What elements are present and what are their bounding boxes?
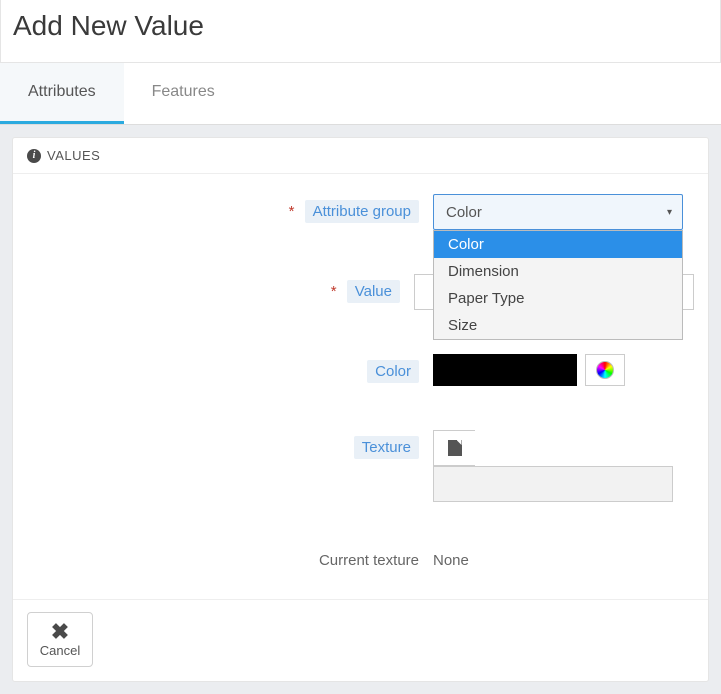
row-texture: Texture bbox=[27, 430, 694, 502]
attribute-group-selected: Color bbox=[446, 204, 482, 221]
file-icon bbox=[448, 440, 462, 456]
page-header: Add New Value bbox=[0, 0, 721, 63]
tab-bar: Attributes Features bbox=[0, 63, 721, 125]
field-color bbox=[433, 354, 694, 386]
required-mark: * bbox=[331, 283, 337, 300]
row-color: Color bbox=[27, 354, 694, 386]
form-body: * Attribute group Color Color Dimension … bbox=[13, 174, 708, 599]
color-picker-button[interactable] bbox=[585, 354, 625, 386]
texture-file-button[interactable] bbox=[433, 430, 475, 466]
attribute-group-select[interactable]: Color bbox=[433, 194, 683, 230]
field-attribute-group: Color Color Dimension Paper Type Size bbox=[433, 194, 694, 230]
texture-file-field[interactable] bbox=[433, 466, 673, 502]
option-color[interactable]: Color bbox=[434, 231, 682, 258]
color-wheel-icon bbox=[596, 361, 614, 379]
panel-wrapper: i VALUES * Attribute group Color Color D… bbox=[0, 125, 721, 694]
label-color: Color bbox=[27, 354, 433, 383]
close-icon: ✖ bbox=[28, 623, 92, 641]
panel-heading: i VALUES bbox=[13, 138, 708, 174]
row-attribute-group: * Attribute group Color Color Dimension … bbox=[27, 194, 694, 230]
option-dimension[interactable]: Dimension bbox=[434, 258, 682, 285]
option-paper-type[interactable]: Paper Type bbox=[434, 285, 682, 312]
cancel-button[interactable]: ✖ Cancel bbox=[27, 612, 93, 667]
label-attribute-group: * Attribute group bbox=[27, 194, 433, 223]
values-panel: i VALUES * Attribute group Color Color D… bbox=[12, 137, 709, 682]
row-current-texture: Current texture None bbox=[27, 546, 694, 569]
cancel-label: Cancel bbox=[40, 643, 80, 658]
tab-features[interactable]: Features bbox=[124, 63, 243, 124]
info-icon: i bbox=[27, 149, 41, 163]
attribute-group-dropdown: Color Dimension Paper Type Size bbox=[433, 230, 683, 340]
required-mark: * bbox=[289, 203, 295, 220]
page-title: Add New Value bbox=[13, 10, 708, 42]
label-current-texture: Current texture bbox=[27, 546, 433, 569]
panel-footer: ✖ Cancel bbox=[13, 599, 708, 681]
option-size[interactable]: Size bbox=[434, 312, 682, 339]
field-texture bbox=[433, 430, 694, 502]
panel-title: VALUES bbox=[47, 148, 100, 163]
label-value: * Value bbox=[27, 274, 414, 303]
tab-attributes[interactable]: Attributes bbox=[0, 63, 124, 124]
current-texture-value: None bbox=[433, 546, 694, 569]
color-swatch[interactable] bbox=[433, 354, 577, 386]
label-texture: Texture bbox=[27, 430, 433, 459]
